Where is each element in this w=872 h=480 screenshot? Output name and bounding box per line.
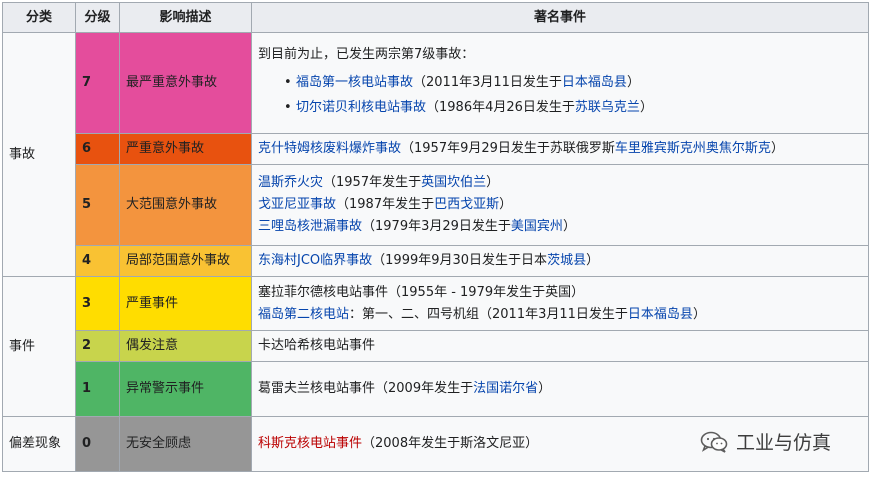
event-text: ：第一、二、四号机组（2011年3月11日发生于 xyxy=(349,306,628,322)
event-text: ） xyxy=(499,197,513,212)
events-7-list: 福岛第一核电站事故（2011年3月11日发生于日本福岛县） 切尔诺贝利核电站事故… xyxy=(258,70,862,120)
event-text: （1999年9月30日发生于日本 xyxy=(372,253,548,268)
list-item: 温斯乔火灾（1957年发生于英国坎伯兰） xyxy=(258,172,862,194)
events-2: 卡达哈希核电站事件 xyxy=(251,330,869,362)
row-level-7: 事故 7 最严重意外事故 到目前为止，已发生两宗第7级事故： 福岛第一核电站事故… xyxy=(2,32,869,277)
event-text: ） xyxy=(692,306,706,322)
ines-scale-table: 分类 分级 影响描述 著名事件 事故 7 最严重意外事故 到目前为止，已发生两宗… xyxy=(2,2,869,472)
row-level-3: 事件 3 严重事件 塞拉菲尔德核电站事件（1955年 - 1979年发生于英国）… xyxy=(2,276,869,417)
category-incident: 事件 xyxy=(2,276,76,417)
chernobyl-link[interactable]: 切尔诺贝利核电站事故 xyxy=(296,100,426,115)
row-level-5: 5 大范围意外事故 温斯乔火灾（1957年发生于英国坎伯兰） 戈亚尼亚事故（19… xyxy=(3,164,869,246)
events-7: 到目前为止，已发生两宗第7级事故： 福岛第一核电站事故（2011年3月11日发生… xyxy=(251,32,869,134)
event-text: （2008年发生于斯洛文尼亚） xyxy=(362,436,539,451)
events-7-intro: 到目前为止，已发生两宗第7级事故： xyxy=(258,47,475,62)
event-text: （1987年发生于 xyxy=(336,197,435,212)
ibaraki-link[interactable]: 茨城县 xyxy=(547,253,586,268)
list-item: 福岛第一核电站事故（2011年3月11日发生于日本福岛县） xyxy=(284,70,862,95)
list-item: 切尔诺贝利核电站事故（1986年4月26日发生于苏联乌克兰） xyxy=(284,95,862,120)
level-0: 0 xyxy=(75,416,120,472)
category-accident: 事故 xyxy=(2,32,76,277)
header-impact: 影响描述 xyxy=(119,2,252,33)
row-level-1: 1 异常警示事件 葛雷夫兰核电站事件（2009年发生于法国诺尔省） xyxy=(3,361,869,417)
list-item: 福岛第二核电站：第一、二、四号机组（2011年3月11日发生于日本福岛县） xyxy=(258,304,862,326)
cumberland-link[interactable]: 英国坎伯兰 xyxy=(421,175,486,190)
impact-0: 无安全顾虑 xyxy=(119,416,252,472)
list-item-text: （1986年4月26日发生于 xyxy=(426,100,575,115)
list-item-text: ） xyxy=(639,100,653,115)
event-text: ） xyxy=(562,219,576,234)
header-events: 著名事件 xyxy=(251,2,869,33)
nord-link[interactable]: 法国诺尔省 xyxy=(473,381,538,396)
row-level-6: 6 严重意外事故 克什特姆核废料爆炸事故（1957年9月29日发生于苏联俄罗斯车… xyxy=(3,133,869,165)
list-item: 戈亚尼亚事故（1987年发生于巴西戈亚斯） xyxy=(258,194,862,216)
japan-fukushima-link-2[interactable]: 日本福岛县 xyxy=(628,307,693,322)
header-row: 分类 分级 影响描述 著名事件 xyxy=(2,2,869,33)
row-level-4: 4 局部范围意外事故 东海村JCO临界事故（1999年9月30日发生于日本茨城县… xyxy=(3,245,869,277)
row-level-2: 2 偶发注意 卡达哈希核电站事件 xyxy=(3,330,869,362)
goiania-link[interactable]: 戈亚尼亚事故 xyxy=(258,197,336,212)
impact-1: 异常警示事件 xyxy=(119,361,252,417)
events-3: 塞拉菲尔德核电站事件（1955年 - 1979年发生于英国） 福岛第二核电站：第… xyxy=(251,276,869,331)
wechat-icon xyxy=(700,431,728,453)
event-text: ） xyxy=(486,175,500,190)
event-text: （1957年9月29日发生于苏联俄罗斯 xyxy=(401,141,615,156)
pennsylvania-link[interactable]: 美国宾州 xyxy=(511,219,563,234)
header-level: 分级 xyxy=(75,2,120,33)
fukushima-daiichi-link[interactable]: 福岛第一核电站事故 xyxy=(296,75,413,90)
watermark-text: 工业与仿真 xyxy=(736,432,832,454)
event-text: （1979年3月29日发生于 xyxy=(362,219,511,234)
level-4: 4 xyxy=(75,245,120,277)
chelyabinsk-ozyorsk-link[interactable]: 车里雅宾斯克州奥焦尔斯克 xyxy=(615,141,771,156)
impact-7: 最严重意外事故 xyxy=(119,32,252,134)
watermark: 工业与仿真 xyxy=(700,428,831,455)
event-text: （1957年发生于 xyxy=(323,175,422,190)
header-category: 分类 xyxy=(2,2,76,33)
sellafield-text: 塞拉菲尔德核电站事件（1955年 - 1979年发生于英国） xyxy=(258,284,585,300)
three-mile-island-link[interactable]: 三哩岛核泄漏事故 xyxy=(258,219,362,234)
list-item-text: （2011年3月11日发生于 xyxy=(413,75,562,90)
list-item-text: ） xyxy=(626,75,640,90)
event-text: ） xyxy=(770,141,784,156)
events-1: 葛雷夫兰核电站事件（2009年发生于法国诺尔省） xyxy=(251,361,869,417)
japan-fukushima-link[interactable]: 日本福岛县 xyxy=(562,75,627,90)
level-6: 6 xyxy=(75,133,120,165)
level-5: 5 xyxy=(75,164,120,246)
list-item: 三哩岛核泄漏事故（1979年3月29日发生于美国宾州） xyxy=(258,216,862,238)
impact-6: 严重意外事故 xyxy=(119,133,252,165)
event-text: ） xyxy=(538,381,552,396)
category-deviation: 偏差现象 xyxy=(2,416,76,472)
event-text: ） xyxy=(586,253,600,268)
windscale-link[interactable]: 温斯乔火灾 xyxy=(258,175,323,190)
impact-2: 偶发注意 xyxy=(119,330,252,362)
krsko-link[interactable]: 科斯克核电站事件 xyxy=(258,436,362,451)
level-3: 3 xyxy=(75,276,120,331)
impact-3: 严重事件 xyxy=(119,276,252,331)
level-7: 7 xyxy=(75,32,120,134)
events-4: 东海村JCO临界事故（1999年9月30日发生于日本茨城县） xyxy=(251,245,869,277)
event-text: 葛雷夫兰核电站事件（2009年发生于 xyxy=(258,381,474,396)
impact-4: 局部范围意外事故 xyxy=(119,245,252,277)
fukushima-daini-link[interactable]: 福岛第二核电站 xyxy=(258,307,349,322)
events-5: 温斯乔火灾（1957年发生于英国坎伯兰） 戈亚尼亚事故（1987年发生于巴西戈亚… xyxy=(251,164,869,246)
goias-link[interactable]: 巴西戈亚斯 xyxy=(434,197,499,212)
tokaimura-link[interactable]: 东海村JCO临界事故 xyxy=(258,253,372,268)
level-1: 1 xyxy=(75,361,120,417)
impact-5: 大范围意外事故 xyxy=(119,164,252,246)
events-6: 克什特姆核废料爆炸事故（1957年9月29日发生于苏联俄罗斯车里雅宾斯克州奥焦尔… xyxy=(251,133,869,165)
kyshtym-link[interactable]: 克什特姆核废料爆炸事故 xyxy=(258,141,401,156)
ussr-ukraine-link[interactable]: 苏联乌克兰 xyxy=(575,100,640,115)
level-2: 2 xyxy=(75,330,120,362)
